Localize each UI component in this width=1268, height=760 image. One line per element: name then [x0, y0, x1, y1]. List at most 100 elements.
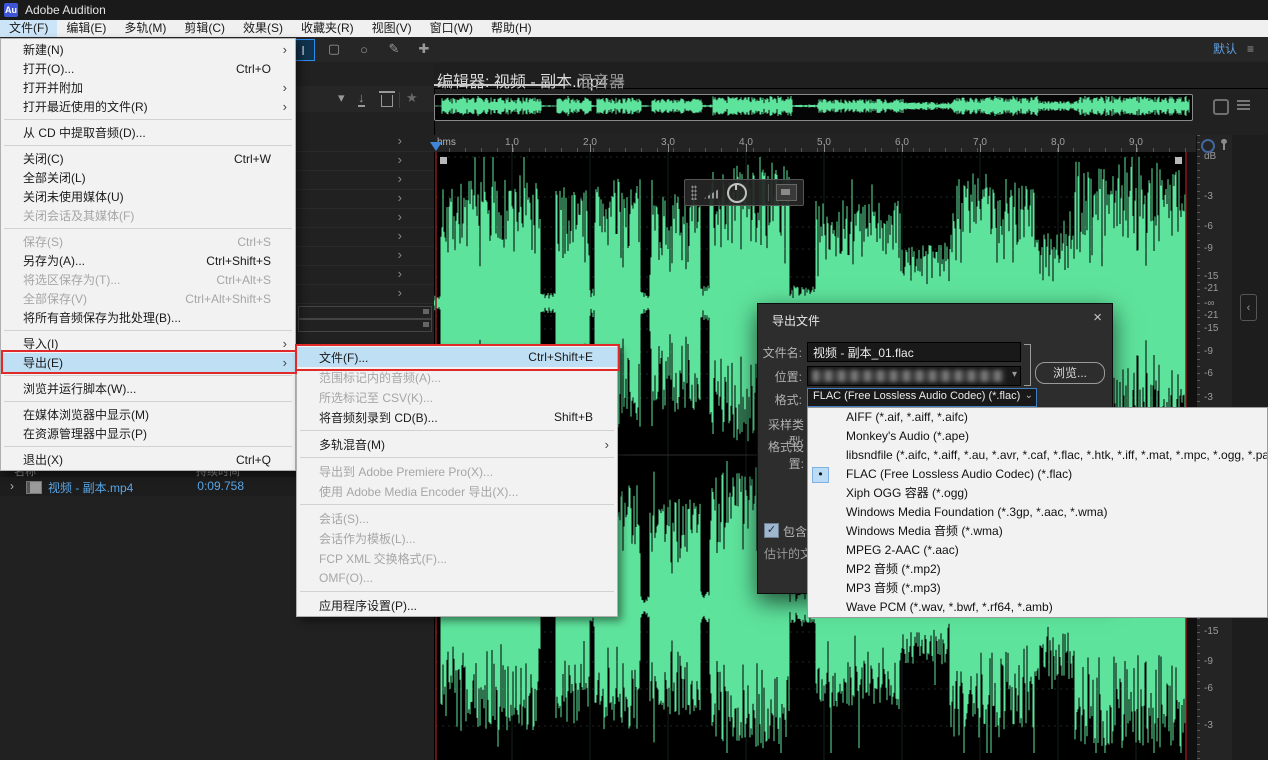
file-menu-item-21[interactable]: 浏览并运行脚本(W)... [1, 379, 295, 398]
export-submenu-item-11[interactable]: 会话作为模板(L)... [297, 528, 617, 548]
playhead-marker[interactable] [430, 142, 442, 151]
export-submenu-item-10[interactable]: 会话(S)... [297, 508, 617, 528]
volume-knob[interactable] [727, 182, 747, 203]
format-option-8[interactable]: MP2 音频 (*.mp2) [808, 560, 1267, 579]
filename-input[interactable]: 视频 - 副本_01.flac [807, 342, 1021, 362]
panel-row[interactable]: › [296, 170, 434, 190]
hud-settings-button[interactable] [776, 184, 797, 201]
menubar-item-4[interactable]: 剪辑(C) [175, 20, 234, 37]
format-dropdown[interactable]: FLAC (Free Lossless Audio Codec) (*.flac… [807, 388, 1037, 407]
format-option-3[interactable]: • FLAC (Free Lossless Audio Codec) (*.fla… [808, 465, 1267, 484]
shortcut-label: Shift+B [553, 410, 593, 424]
format-option-5[interactable]: Windows Media Foundation (*.3gp, *.aac, … [808, 503, 1267, 522]
format-option-1[interactable]: Monkey's Audio (*.ape) [808, 427, 1267, 446]
file-menu-item-23[interactable]: 在媒体浏览器中显示(M) [1, 405, 295, 424]
export-submenu-item-13[interactable]: OMF(O)... [297, 568, 617, 588]
panel-row[interactable]: › [296, 151, 434, 171]
format-option-9[interactable]: MP3 音频 (*.mp3) [808, 579, 1267, 598]
menubar-item-3[interactable]: 多轨(M) [115, 20, 175, 37]
format-option-label: Windows Media 音频 (*.wma) [846, 524, 1003, 538]
menubar-item-7[interactable]: 视图(V) [363, 20, 421, 37]
volume-hud[interactable] [684, 179, 804, 206]
file-menu-item-14[interactable]: 将选区保存为(T)... Ctrl+Alt+S [1, 270, 295, 289]
paintbrush-selection-tool-icon[interactable]: ✎ [383, 39, 405, 59]
file-menu-item-18[interactable]: 导入(I) › [1, 334, 295, 353]
chevron-down-icon[interactable]: ▾ [338, 90, 345, 106]
panel-row[interactable]: › [296, 189, 434, 209]
format-option-4[interactable]: Xiph OGG 容器 (*.ogg) [808, 484, 1267, 503]
panel-row[interactable]: › [296, 227, 434, 247]
file-menu-item-8[interactable]: 全部关闭(L) [1, 168, 295, 187]
file-menu-item-0[interactable]: 新建(N) › [1, 40, 295, 59]
location-input[interactable]: ▾ [807, 366, 1021, 386]
include-markers-checkbox[interactable]: ✓ [764, 523, 779, 538]
trash-icon[interactable] [379, 91, 395, 107]
export-submenu-item-5[interactable]: 多轨混音(M) › [297, 434, 617, 454]
export-submenu-item-3[interactable]: 将音频刻录到 CD(B)... Shift+B [297, 407, 617, 427]
file-menu-item-10[interactable]: 关闭会话及其媒体(F) [1, 206, 295, 225]
format-option-0[interactable]: AIFF (*.aif, *.aiff, *.aifc) [808, 408, 1267, 427]
menubar-item-9[interactable]: 帮助(H) [482, 20, 541, 37]
format-option-7[interactable]: MPEG 2-AAC (*.aac) [808, 541, 1267, 560]
file-menu-item-24[interactable]: 在资源管理器中显示(P) [1, 424, 295, 443]
file-menu-item-9[interactable]: 关闭未使用媒体(U) [1, 187, 295, 206]
panel-row[interactable]: › [296, 208, 434, 228]
file-menu-item-12[interactable]: 保存(S) Ctrl+S [1, 232, 295, 251]
loop-playback-icon[interactable] [1201, 139, 1215, 153]
format-option-2[interactable]: libsndfile (*.aifc, *.aiff, *.au, *.avr,… [808, 446, 1267, 465]
format-option-label: Windows Media Foundation (*.3gp, *.aac, … [846, 505, 1108, 519]
level-meter-icon [704, 188, 720, 199]
tab-mixer[interactable]: 混音器 [577, 68, 625, 92]
menubar-item-5[interactable]: 效果(S) [234, 20, 292, 37]
export-submenu-item-2[interactable]: 所选标记至 CSV(K)... [297, 387, 617, 407]
export-submenu-item-12[interactable]: FCP XML 交换格式(F)... [297, 548, 617, 568]
export-submenu-item-15[interactable]: 应用程序设置(P)... [297, 595, 617, 615]
file-menu-item-5[interactable]: 从 CD 中提取音频(D)... [1, 123, 295, 142]
browse-button[interactable]: 浏览... [1035, 362, 1105, 384]
file-menu-item-16[interactable]: 将所有音频保存为批处理(B)... [1, 308, 295, 327]
expand-chevron-icon[interactable]: › [10, 479, 14, 493]
panel-collapse-handle[interactable]: ‹ [1240, 294, 1257, 321]
file-menu-item-19[interactable]: 导出(E) › [1, 353, 295, 372]
export-submenu-item-0[interactable]: 文件(F)... Ctrl+Shift+E [297, 347, 617, 367]
menubar-item-8[interactable]: 窗口(W) [421, 20, 482, 37]
import-file-icon[interactable]: ↓ [358, 90, 365, 107]
timeline-ruler[interactable]: hms 1.0 2.0 3.0 4.0 5.0 6.0 7.0 8.0 9.0 [434, 135, 1196, 153]
file-menu-item-26[interactable]: 退出(X) Ctrl+Q [1, 450, 295, 469]
panel-list-box[interactable] [298, 319, 432, 332]
format-option-10[interactable]: Wave PCM (*.wav, *.bwf, *.rf64, *.amb) [808, 598, 1267, 617]
favorite-star-icon[interactable]: ★ [406, 90, 418, 106]
list-menu-icon[interactable] [1237, 100, 1250, 111]
file-menu-item-3[interactable]: 打开最近使用的文件(R) › [1, 97, 295, 116]
export-submenu-item-7[interactable]: 导出到 Adobe Premiere Pro(X)... [297, 461, 617, 481]
menubar-item-1[interactable]: 文件(F) [0, 20, 58, 37]
file-menu-item-15[interactable]: 全部保存(V) Ctrl+Alt+Shift+S [1, 289, 295, 308]
panel-row[interactable]: › [296, 132, 434, 152]
file-menu-item-7[interactable]: 关闭(C) Ctrl+W [1, 149, 295, 168]
location-dropdown-icon[interactable]: ▾ [1012, 369, 1017, 380]
panel-list-box[interactable] [298, 306, 432, 319]
export-submenu-item-1[interactable]: 范围标记内的音频(A)... [297, 367, 617, 387]
lasso-selection-tool-icon[interactable]: ○ [353, 39, 375, 59]
pin-icon[interactable] [1221, 139, 1227, 150]
format-option-6[interactable]: Windows Media 音频 (*.wma) [808, 522, 1267, 541]
file-menu-item-1[interactable]: 打开(O)... Ctrl+O [1, 59, 295, 78]
menubar-item-6[interactable]: 收藏夹(R) [292, 20, 363, 37]
db-scale-label: -9 [1204, 243, 1213, 254]
file-menu-item-label: 打开(O)... [23, 62, 75, 76]
panel-row[interactable]: › [296, 284, 434, 304]
close-icon[interactable]: × [1093, 309, 1102, 326]
file-menu-item-13[interactable]: 另存为(A)... Ctrl+Shift+S [1, 251, 295, 270]
workspace-switcher[interactable]: 默认 ≡ [1213, 40, 1254, 57]
workspace-menu-icon[interactable]: ≡ [1247, 42, 1254, 56]
file-menu-item-2[interactable]: 打开并附加 › [1, 78, 295, 97]
overview-scroll-strip[interactable] [434, 94, 1193, 121]
hud-grip-icon[interactable] [691, 185, 697, 200]
spot-healing-brush-tool-icon[interactable]: ✚ [413, 39, 435, 59]
zoom-settings-icon[interactable] [1213, 99, 1229, 115]
menubar-item-2[interactable]: 编辑(E) [57, 20, 115, 37]
marquee-selection-tool-icon[interactable]: ▢ [323, 39, 345, 59]
panel-row[interactable]: › [296, 246, 434, 266]
export-submenu-item-8[interactable]: 使用 Adobe Media Encoder 导出(X)... [297, 481, 617, 501]
panel-row[interactable]: › [296, 265, 434, 285]
